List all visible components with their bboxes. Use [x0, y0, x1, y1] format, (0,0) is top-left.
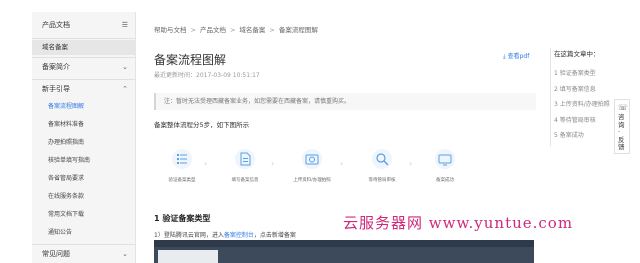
divider — [32, 57, 136, 58]
breadcrumb-separator: > — [190, 26, 196, 34]
flow-title: 备案整体流程分5步，如下图所示 — [154, 121, 250, 129]
flow-step: 验证备案类型 — [152, 148, 212, 183]
sidebar-item-domain-filing[interactable]: 域名备案 — [32, 40, 136, 55]
section-text: 1）登陆腾讯云官网，进入备案控制台，点击新增备案 — [154, 230, 296, 239]
sidebar-header[interactable]: 产品文档 ☰ — [32, 18, 136, 33]
screenshot-panel — [158, 250, 218, 263]
screenshot-topbar — [154, 240, 534, 247]
sidebar-item-label: 备案流程图解 — [48, 103, 85, 110]
section-heading: 1 验证备案类型 — [154, 214, 211, 223]
sidebar-item-photo-guide[interactable]: 办理拍照指南 — [32, 135, 136, 150]
flow-step-label: 等待管局审核 — [368, 178, 396, 183]
breadcrumb-link[interactable]: 帮助与文档 — [154, 26, 187, 34]
arrow-icon: › — [409, 159, 413, 168]
arrow-icon: › — [340, 159, 344, 168]
sidebar-item-materials[interactable]: 备案材料准备 — [32, 117, 136, 132]
sidebar-item-label: 域名备案 — [42, 43, 68, 51]
document-icon — [235, 149, 255, 169]
sidebar-item-announcements[interactable]: 通知公告 — [32, 225, 136, 240]
flow-step: 填写备案信息 — [215, 148, 275, 183]
flow-step: 上传资料/办理拍照 — [282, 148, 342, 183]
divider — [32, 244, 136, 245]
camera-icon — [302, 149, 322, 169]
toc-item[interactable]: 2 填写备案信息 — [554, 82, 629, 98]
flow-step-label: 上传资料/办理拍照 — [293, 178, 331, 183]
sidebar: 产品文档 ☰ 域名备案 备案简介 ⌄ 新手引导 ⌃ 备案流程图解 备案材料准备 … — [32, 12, 136, 263]
view-pdf-label: 查看pdf — [507, 53, 530, 60]
sidebar-item-downloads[interactable]: 常用文档下载 — [32, 207, 136, 222]
breadcrumb-separator: > — [269, 26, 275, 34]
list-icon — [172, 149, 192, 169]
breadcrumb-current: 备案流程图解 — [278, 26, 318, 34]
feedback-float-label: 咨询 · 反馈 — [618, 113, 625, 151]
tv-icon — [435, 149, 455, 169]
magnifier-icon — [372, 149, 392, 169]
menu-icon[interactable]: ☰ — [122, 18, 128, 33]
breadcrumb-separator: > — [229, 26, 236, 34]
sidebar-item-label: 核验单填写指南 — [48, 157, 91, 164]
divider — [32, 79, 136, 80]
console-screenshot — [154, 240, 534, 263]
sidebar-item-label: 常见问题 — [42, 250, 70, 258]
chevron-up-icon: ⌃ — [122, 85, 128, 93]
chevron-down-icon: ⌄ — [122, 250, 128, 258]
flow-step-label: 填写备案信息 — [231, 178, 259, 183]
arrow-icon: › — [204, 159, 208, 168]
filing-console-link[interactable]: 备案控制台 — [224, 232, 254, 239]
view-pdf-link[interactable]: ⤓ 查看pdf — [503, 51, 529, 61]
breadcrumb-link[interactable]: 产品文档 — [200, 26, 226, 34]
sidebar-item-label: 各省管局要求 — [48, 175, 85, 182]
flow-step: 等待管局审核 — [352, 148, 412, 183]
sidebar-item-label: 办理拍照指南 — [48, 139, 85, 146]
sidebar-item-label: 新手引导 — [42, 85, 70, 93]
sidebar-item-province-rules[interactable]: 各省管局要求 — [32, 171, 136, 186]
sidebar-item-label: 通知公告 — [48, 229, 73, 236]
sidebar-item-faq[interactable]: 常见问题 ⌄ — [32, 247, 136, 262]
headset-icon: ☏ — [618, 103, 629, 112]
sidebar-item-beginner-guide[interactable]: 新手引导 ⌃ — [32, 82, 136, 97]
sidebar-item-flow-diagram[interactable]: 备案流程图解 — [32, 99, 136, 114]
sidebar-item-label: 常用文档下载 — [48, 211, 85, 218]
sidebar-header-label: 产品文档 — [42, 21, 70, 29]
page-title: 备案流程图解 — [154, 53, 227, 67]
sidebar-item-filing-intro[interactable]: 备案简介 ⌄ — [32, 60, 136, 75]
download-icon: ⤓ — [503, 53, 506, 60]
feedback-float-button[interactable]: ☏ 咨询 · 反馈 — [614, 99, 630, 154]
sidebar-item-label: 备案材料准备 — [48, 121, 85, 128]
breadcrumb-link[interactable]: 域名备案 — [239, 26, 265, 34]
divider — [32, 38, 136, 39]
section-text-suffix: ，点击新增备案 — [253, 232, 296, 239]
flow-step-label: 验证备案类型 — [168, 178, 196, 183]
section-text-prefix: 1）登陆腾讯云官网，进入 — [154, 232, 224, 239]
flow-step-label: 备案成功 — [436, 178, 454, 183]
arrow-icon: › — [271, 159, 275, 168]
sidebar-item-service-terms[interactable]: 在线服务条款 — [32, 189, 136, 204]
toc-item[interactable]: 1 验证备案类型 — [554, 66, 629, 82]
notice-box: 注：暂时无法受理西藏备案业务，如您需要在西藏备案，请慎重购买。 — [154, 93, 536, 110]
page: 产品文档 ☰ 域名备案 备案简介 ⌄ 新手引导 ⌃ 备案流程图解 备案材料准备 … — [0, 0, 640, 263]
sidebar-item-label: 在线服务条款 — [48, 193, 85, 200]
watermark: 云服务器网 www.yuntue.com — [343, 214, 574, 232]
sidebar-item-checklist-guide[interactable]: 核验单填写指南 — [32, 153, 136, 168]
toc-heading: 在这篇文章中： — [554, 50, 600, 58]
sidebar-item-label: 备案简介 — [42, 63, 70, 71]
breadcrumb: 帮助与文档 > 产品文档 > 域名备案 > 备案流程图解 — [154, 24, 318, 34]
chevron-down-icon: ⌄ — [122, 63, 128, 71]
flow-step: 备案成功 — [415, 148, 475, 183]
last-updated: 最近更新时间：2017-03-09 10:51:17 — [154, 72, 260, 79]
toc-divider — [550, 48, 551, 146]
